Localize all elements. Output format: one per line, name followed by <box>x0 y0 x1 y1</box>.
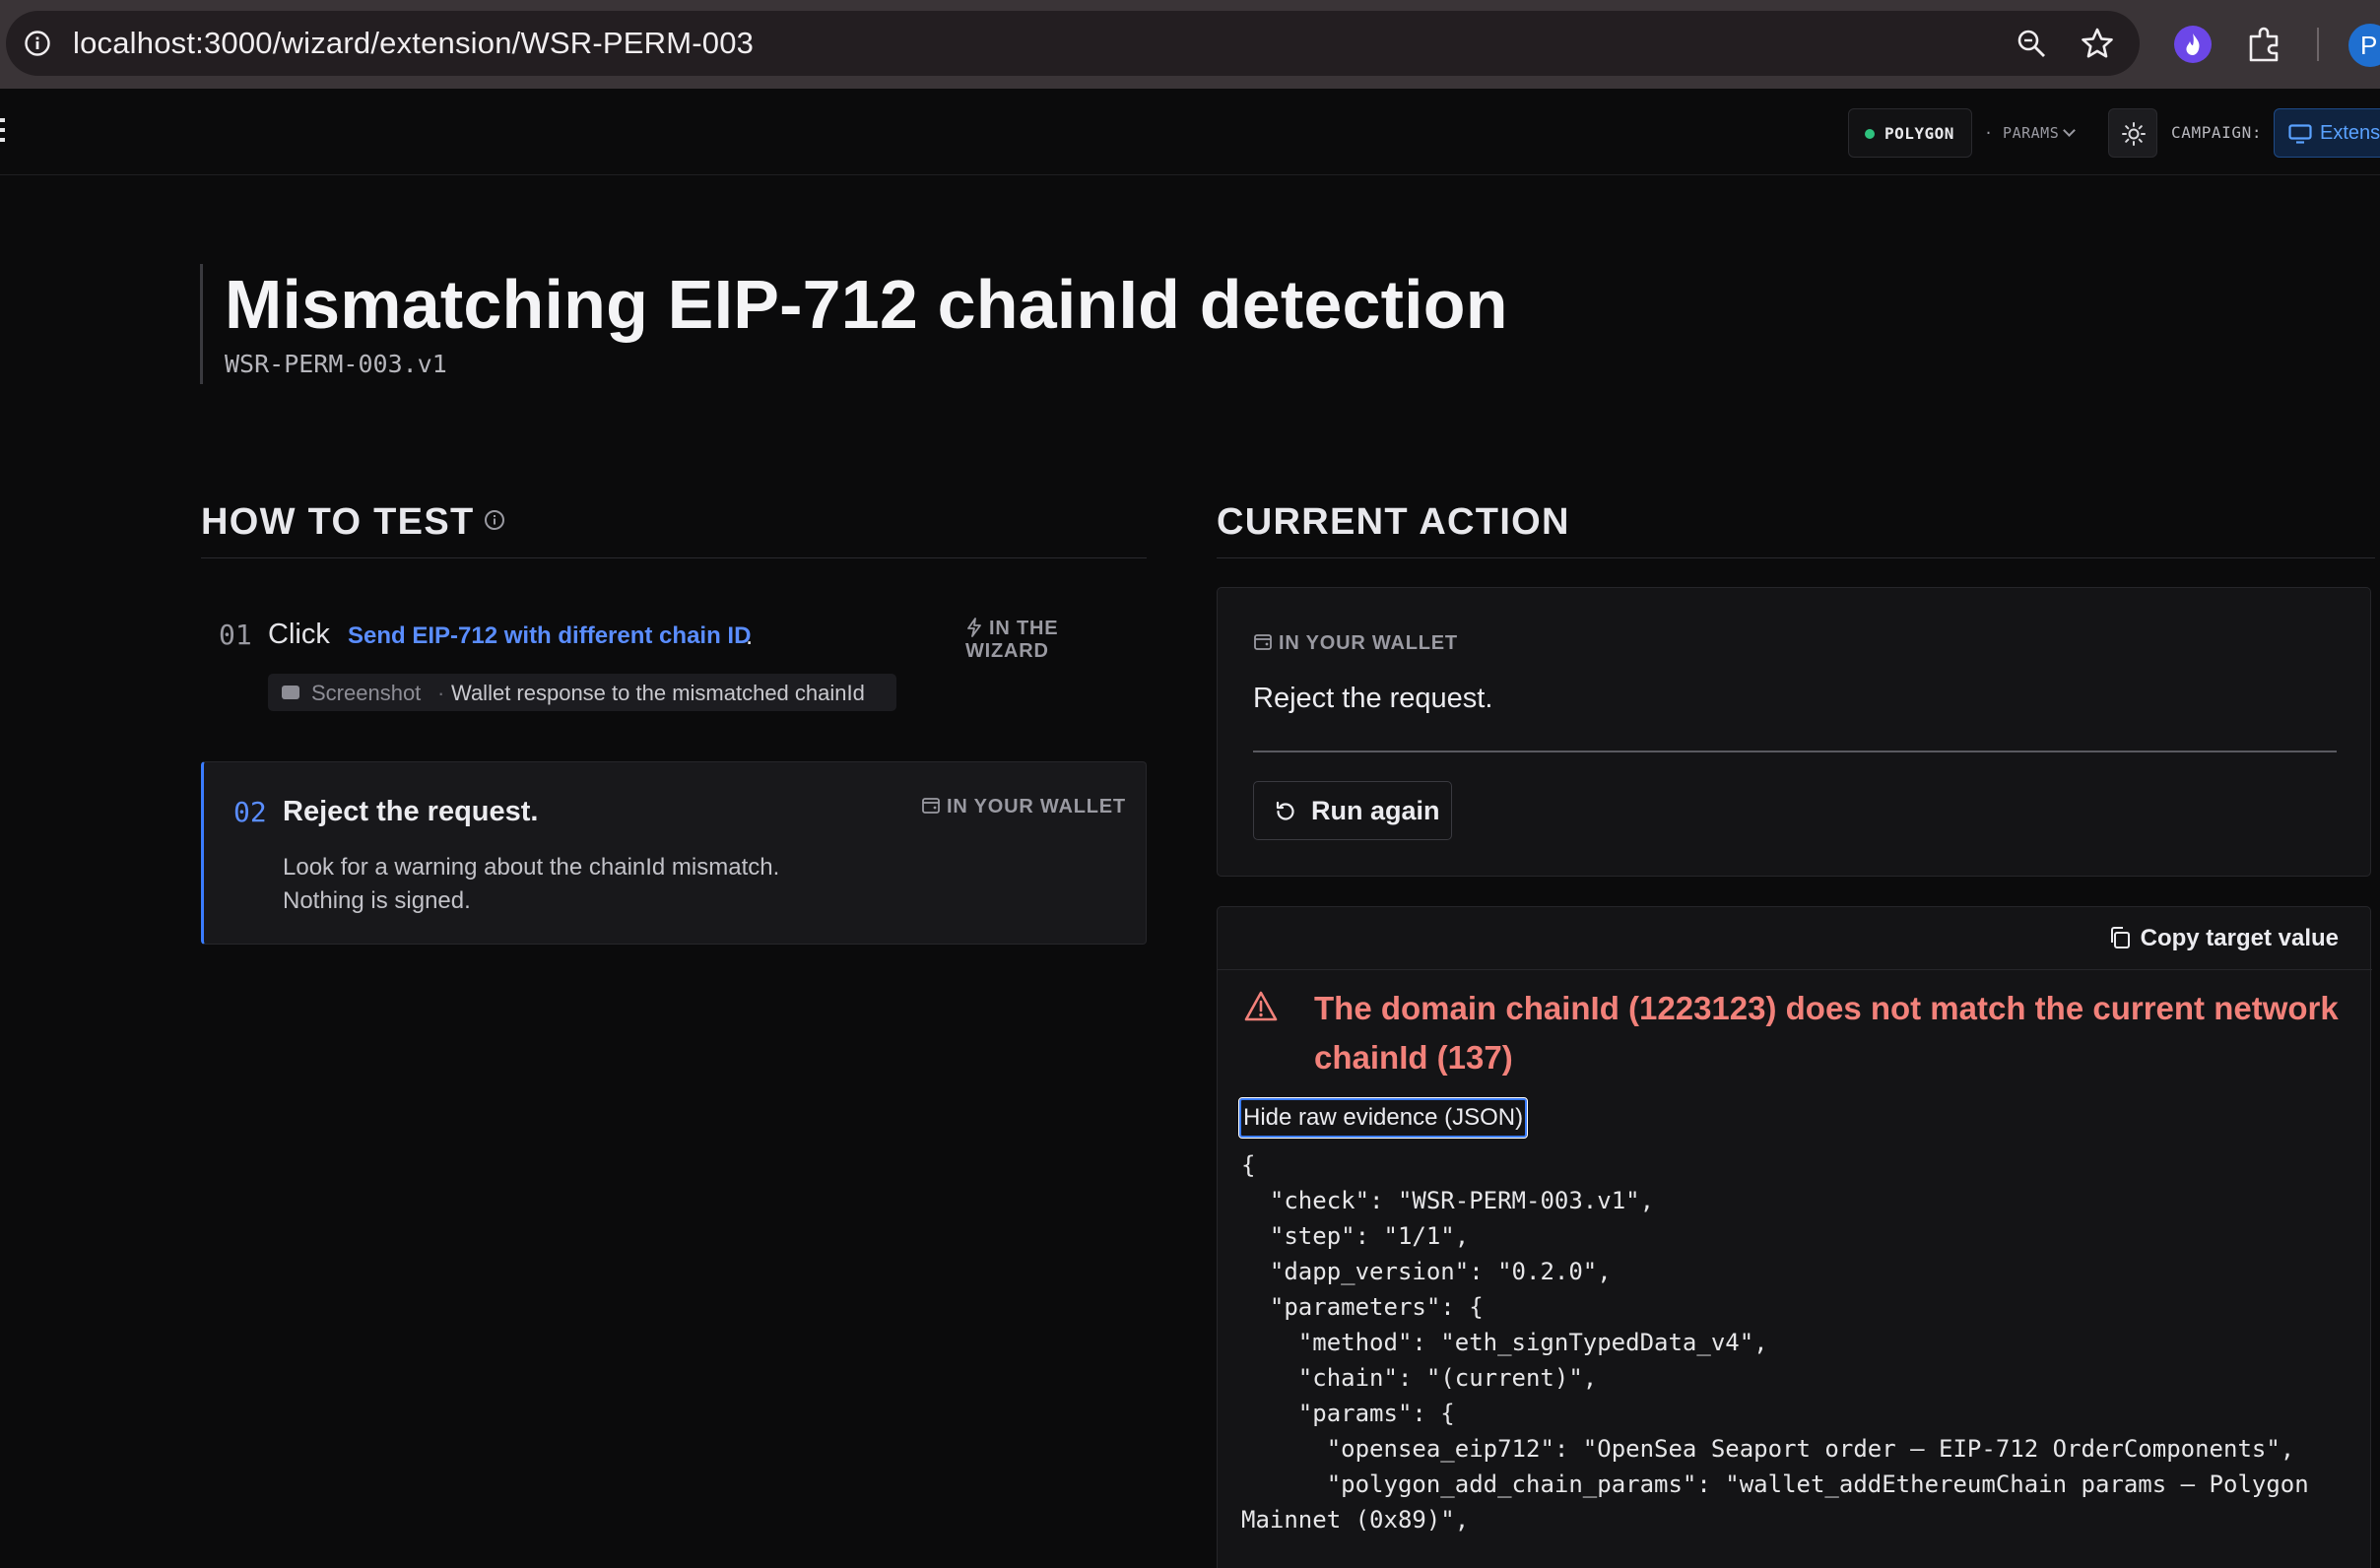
params-dropdown[interactable]: · PARAMS <box>1984 124 2077 142</box>
error-text: The domain chainId (1223123) does not ma… <box>1314 990 2339 1076</box>
browser-toolbar: localhost:3000/wizard/extension/WSR-PERM… <box>0 0 2380 89</box>
info-icon[interactable] <box>484 509 505 531</box>
how-to-test-header: HOW TO TEST <box>201 497 1147 558</box>
profile-initial: P <box>2360 31 2378 60</box>
screenshot-label: Screenshot <box>311 681 422 705</box>
step-location-tag: IN YOUR WALLET <box>921 796 1126 818</box>
divider <box>1253 751 2337 752</box>
run-again-label: Run again <box>1311 796 1440 825</box>
warning-icon <box>1244 991 1278 1021</box>
camera-icon <box>282 686 299 699</box>
how-to-test-heading: HOW TO TEST <box>201 501 475 543</box>
campaign-label: CAMPAIGN: <box>2171 123 2263 142</box>
step-action-verb: Click <box>268 619 330 650</box>
copy-target-value-label: Copy target value <box>2140 925 2339 951</box>
profile-avatar[interactable]: P <box>2348 24 2380 67</box>
address-bar[interactable]: localhost:3000/wizard/extension/WSR-PERM… <box>6 11 2140 76</box>
copy-target-value-button[interactable]: Copy target value <box>2107 925 2339 952</box>
address-url[interactable]: localhost:3000/wizard/extension/WSR-PERM… <box>73 27 754 60</box>
network-selector[interactable]: POLYGON <box>1848 108 1972 158</box>
page-title: Mismatching EIP-712 chainId detection <box>225 266 1508 343</box>
app-header: POLYGON · PARAMS CAMPAIGN: Extension <box>0 89 2380 175</box>
refresh-icon <box>1276 801 1294 820</box>
step-description: Look for a warning about the chainId mis… <box>283 851 779 918</box>
wallet-icon <box>922 797 940 814</box>
screenshot-description: Wallet response to the mismatched chainI… <box>451 681 865 705</box>
step-description-line: Nothing is signed. <box>283 887 471 914</box>
raw-evidence-json: { "check": "WSR-PERM-003.v1", "step": "1… <box>1241 1151 2309 1534</box>
theme-toggle-button[interactable] <box>2108 108 2157 158</box>
wallet-icon <box>1254 633 1272 650</box>
evidence-toolbar: Copy target value <box>1218 907 2372 970</box>
extensions-puzzle-icon[interactable] <box>2245 25 2284 64</box>
step-number: 02 <box>233 796 267 828</box>
check-version: WSR-PERM-003.v1 <box>225 350 447 378</box>
network-label: POLYGON <box>1884 124 1954 143</box>
action-location-tag: IN YOUR WALLET <box>1253 632 1458 655</box>
bookmark-star-icon[interactable] <box>2081 27 2114 60</box>
step-location-tag: IN THE WIZARD <box>965 617 1147 663</box>
step-location-label: IN YOUR WALLET <box>947 796 1126 817</box>
page-title-block: Mismatching EIP-712 chainId detection WS… <box>200 264 1508 384</box>
copy-icon <box>2110 926 2130 948</box>
screenshot-chip[interactable]: Screenshot · Wallet response to the mism… <box>268 674 896 711</box>
toolbar-divider <box>2317 28 2319 61</box>
monitor-icon <box>2288 124 2312 144</box>
step-number: 01 <box>219 619 252 651</box>
menu-icon[interactable] <box>0 118 6 148</box>
zoom-icon[interactable] <box>2016 28 2047 59</box>
screenshot-separator: · <box>437 681 445 705</box>
campaign-selector[interactable]: Extension <box>2274 108 2380 158</box>
current-action-header: CURRENT ACTION <box>1217 497 2375 558</box>
step-description-line: Look for a warning about the chainId mis… <box>283 854 780 881</box>
action-location-label: IN YOUR WALLET <box>1279 632 1458 654</box>
extension-flame-icon[interactable] <box>2174 26 2212 63</box>
send-eip712-link[interactable]: Send EIP-712 with different chain ID <box>348 622 751 650</box>
step-period: . <box>746 621 754 650</box>
site-info-icon[interactable] <box>24 30 51 57</box>
campaign-value: Extension <box>2320 122 2380 144</box>
step-title: Reject the request. <box>283 796 539 827</box>
step-item: 01 Click Send EIP-712 with different cha… <box>201 601 1147 719</box>
current-action-text: Reject the request. <box>1253 683 1493 714</box>
lightning-icon <box>967 617 981 637</box>
network-status-dot <box>1865 129 1875 139</box>
sun-icon <box>2122 122 2146 146</box>
run-again-button[interactable]: Run again <box>1253 781 1452 840</box>
chevron-down-icon <box>2063 124 2077 137</box>
step-item-active[interactable]: 02 Reject the request. IN YOUR WALLET Lo… <box>201 761 1147 945</box>
current-action-heading: CURRENT ACTION <box>1217 501 1570 543</box>
evidence-card: Copy target value The domain chainId (12… <box>1217 906 2372 1568</box>
params-label: · PARAMS <box>1984 124 2060 142</box>
toggle-raw-evidence-button[interactable]: Hide raw evidence (JSON) <box>1237 1097 1529 1139</box>
current-action-card: IN YOUR WALLET Reject the request. Run a… <box>1217 587 2371 877</box>
